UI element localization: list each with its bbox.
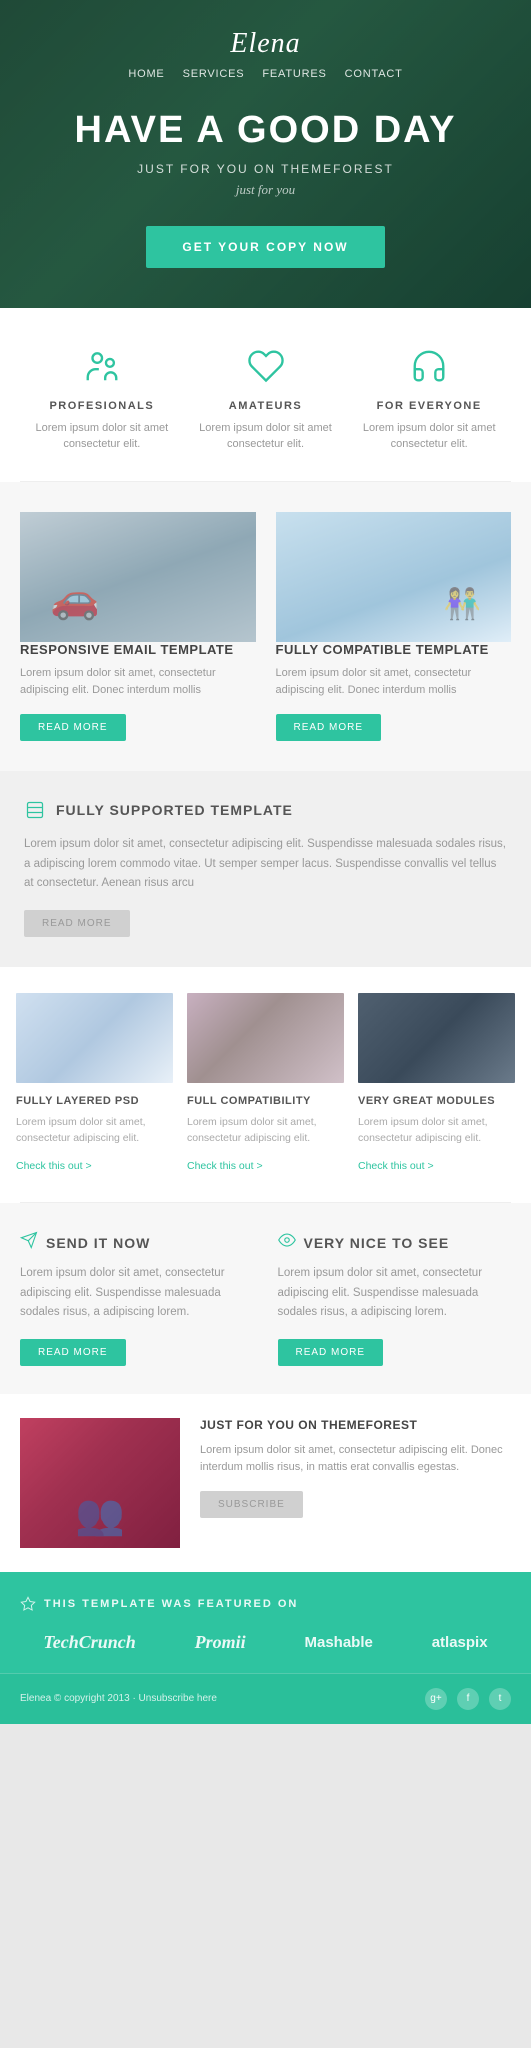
responsive-desc: Lorem ipsum dolor sit amet, consectetur … <box>20 665 256 700</box>
mashable-logo: Mashable <box>305 1634 373 1651</box>
compat-title: FULL COMPATIBILITY <box>187 1095 344 1107</box>
send-title-row: SEND IT NOW <box>20 1231 254 1254</box>
techcrunch-logo: TechCrunch <box>43 1632 135 1653</box>
twitter-icon[interactable]: t <box>489 1688 511 1710</box>
footer-featured: THIS TEMPLATE WAS FEATURED ON TechCrunch… <box>0 1572 531 1673</box>
two-text-section: SEND IT NOW Lorem ipsum dolor sit amet, … <box>0 1203 531 1394</box>
col-layered: FULLY LAYERED PSD Lorem ipsum dolor sit … <box>16 993 173 1175</box>
compat-link[interactable]: Check this out > <box>187 1160 263 1172</box>
snow-thumb <box>16 993 173 1083</box>
feature-professionals-title: PROFESIONALS <box>32 400 172 412</box>
compatible-title: FULLY COMPATIBLE TEMPLATE <box>276 642 512 657</box>
couple-image <box>276 512 512 642</box>
cta-button[interactable]: GET YOUR COPY NOW <box>146 226 384 268</box>
col-compatible: FULLY COMPATIBLE TEMPLATE Lorem ipsum do… <box>276 512 512 741</box>
responsive-read-more[interactable]: Read more <box>20 714 126 741</box>
send-desc: Lorem ipsum dolor sit amet, consectetur … <box>20 1264 254 1323</box>
site-logo: Elena <box>230 28 300 60</box>
modules-title: VERY GREAT MODULES <box>358 1095 515 1107</box>
col-responsive: RESPONSIVE EMAIL TEMPLATE Lorem ipsum do… <box>20 512 256 741</box>
features-section: PROFESIONALS Lorem ipsum dolor sit amet … <box>0 308 531 481</box>
hero-script: just for you <box>236 182 295 198</box>
feature-everyone: FOR EVERYONE Lorem ipsum dolor sit amet … <box>347 344 511 453</box>
supported-title-row: FULLY SUPPORTED TEMPLATE <box>24 799 507 821</box>
facebook-icon[interactable]: f <box>457 1688 479 1710</box>
nav-features[interactable]: FEATURES <box>262 68 326 80</box>
group-image <box>20 1418 180 1548</box>
layered-desc: Lorem ipsum dolor sit amet, consectetur … <box>16 1114 173 1147</box>
supported-read-more[interactable]: Read more <box>24 910 130 937</box>
compatible-read-more[interactable]: Read more <box>276 714 382 741</box>
layers-icon <box>24 799 46 821</box>
star-icon <box>20 1596 36 1612</box>
supported-title: FULLY SUPPORTED TEMPLATE <box>56 802 293 818</box>
modules-desc: Lorem ipsum dolor sit amet, consectetur … <box>358 1114 515 1147</box>
compat-desc: Lorem ipsum dolor sit amet, consectetur … <box>187 1114 344 1147</box>
eye-icon <box>278 1231 296 1254</box>
google-plus-icon[interactable]: g+ <box>425 1688 447 1710</box>
featured-title-row: THIS TEMPLATE WAS FEATURED ON <box>20 1596 511 1612</box>
feature-amateurs-title: AMATEURS <box>196 400 336 412</box>
send-title: SEND IT NOW <box>46 1235 150 1251</box>
hero-title: HAVE A GOOD DAY <box>75 110 457 152</box>
col-compat: FULL COMPATIBILITY Lorem ipsum dolor sit… <box>187 993 344 1175</box>
copyright: Elenea © copyright 2013 · Unsubscribe he… <box>20 1693 217 1704</box>
feature-everyone-desc: Lorem ipsum dolor sit amet consectetur e… <box>359 420 499 453</box>
car-image <box>20 512 256 642</box>
send-it-col: SEND IT NOW Lorem ipsum dolor sit amet, … <box>20 1231 254 1366</box>
heart-icon <box>244 344 288 388</box>
feature-amateurs-desc: Lorem ipsum dolor sit amet consectetur e… <box>196 420 336 453</box>
supported-desc: Lorem ipsum dolor sit amet, consectetur … <box>24 835 507 894</box>
send-read-more[interactable]: Read more <box>20 1339 126 1366</box>
people-icon <box>80 344 124 388</box>
send-icon <box>20 1231 38 1254</box>
featured-label: THIS TEMPLATE WAS FEATURED ON <box>44 1598 298 1610</box>
bottom-feature-section: JUST FOR YOU ON THEMEFOREST Lorem ipsum … <box>0 1394 531 1572</box>
nice-title: VERY NICE TO SEE <box>304 1235 450 1251</box>
nav-services[interactable]: SERVICES <box>183 68 245 80</box>
hero-section: Elena HOME SERVICES FEATURES CONTACT HAV… <box>0 0 531 308</box>
compatible-desc: Lorem ipsum dolor sit amet, consectetur … <box>276 665 512 700</box>
main-nav: HOME SERVICES FEATURES CONTACT <box>128 68 402 80</box>
social-links: g+ f t <box>425 1688 511 1710</box>
bottom-feature-title: JUST FOR YOU ON THEMEFOREST <box>200 1418 511 1432</box>
nav-home[interactable]: HOME <box>128 68 164 80</box>
full-supported-section: FULLY SUPPORTED TEMPLATE Lorem ipsum dol… <box>0 771 531 967</box>
nice-to-see-col: VERY NICE TO SEE Lorem ipsum dolor sit a… <box>278 1231 512 1366</box>
feature-amateurs: AMATEURS Lorem ipsum dolor sit amet cons… <box>184 344 348 453</box>
hero-subtitle: JUST FOR YOU ON THEMEFOREST <box>137 162 394 176</box>
footer-logos: TechCrunch Promii Mashable atlaspix <box>20 1632 511 1653</box>
umbrella-thumb <box>187 993 344 1083</box>
nice-title-row: VERY NICE TO SEE <box>278 1231 512 1254</box>
nice-desc: Lorem ipsum dolor sit amet, consectetur … <box>278 1264 512 1323</box>
footer-bottom: Elenea © copyright 2013 · Unsubscribe he… <box>0 1673 531 1724</box>
bottom-feature-content: JUST FOR YOU ON THEMEFOREST Lorem ipsum … <box>200 1418 511 1518</box>
feature-professionals: PROFESIONALS Lorem ipsum dolor sit amet … <box>20 344 184 453</box>
responsive-title: RESPONSIVE EMAIL TEMPLATE <box>20 642 256 657</box>
layered-link[interactable]: Check this out > <box>16 1160 92 1172</box>
col-modules: VERY GREAT MODULES Lorem ipsum dolor sit… <box>358 993 515 1175</box>
nice-read-more[interactable]: Read more <box>278 1339 384 1366</box>
feature-everyone-title: FOR EVERYONE <box>359 400 499 412</box>
atlaspix-logo: atlaspix <box>432 1634 488 1651</box>
modules-link[interactable]: Check this out > <box>358 1160 434 1172</box>
shoes-thumb <box>358 993 515 1083</box>
three-col-section: FULLY LAYERED PSD Lorem ipsum dolor sit … <box>0 967 531 1203</box>
feature-professionals-desc: Lorem ipsum dolor sit amet consectetur e… <box>32 420 172 453</box>
subscribe-button[interactable]: Subscribe <box>200 1491 303 1518</box>
nav-contact[interactable]: CONTACT <box>345 68 403 80</box>
headphones-icon <box>407 344 451 388</box>
bottom-feature-desc: Lorem ipsum dolor sit amet, consectetur … <box>200 1442 511 1477</box>
two-col-section: RESPONSIVE EMAIL TEMPLATE Lorem ipsum do… <box>0 482 531 771</box>
promii-logo: Promii <box>195 1632 246 1653</box>
page-wrapper: Elena HOME SERVICES FEATURES CONTACT HAV… <box>0 0 531 1724</box>
layered-title: FULLY LAYERED PSD <box>16 1095 173 1107</box>
